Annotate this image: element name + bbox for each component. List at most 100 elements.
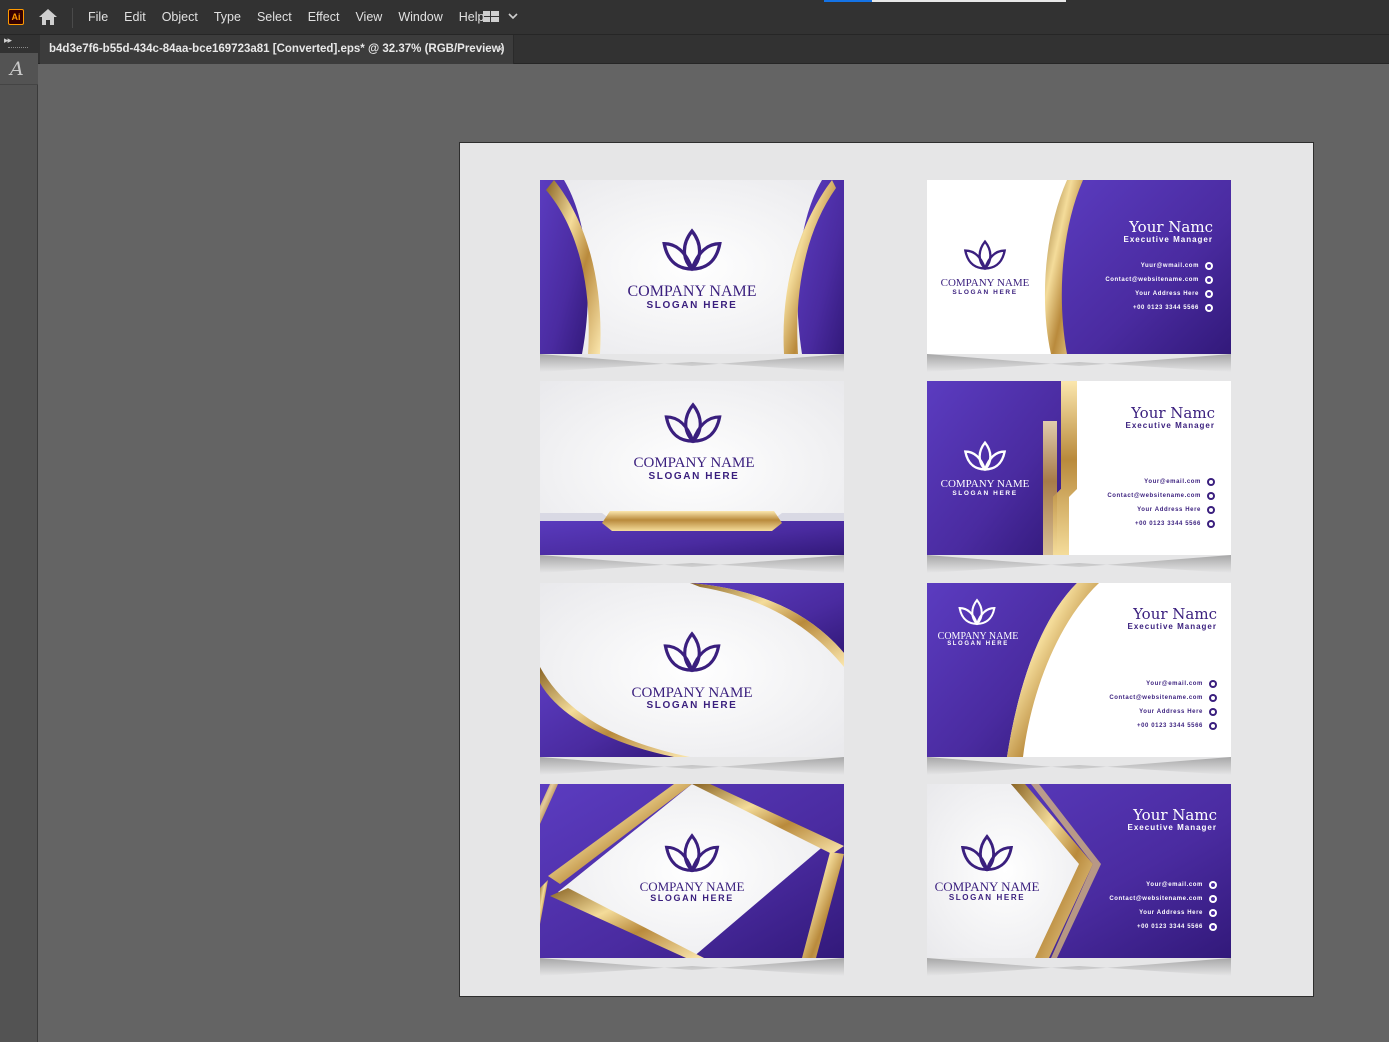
email-icon	[1209, 680, 1217, 688]
business-card-front-2[interactable]: COMPANY NAME SLOGAN HERE	[540, 381, 844, 555]
contact-phone: +00 0123 3344 5566	[1105, 301, 1213, 315]
lotus-logo-icon	[958, 599, 996, 625]
contact-phone: +00 0123 3344 5566	[1109, 719, 1217, 733]
email-icon	[1205, 262, 1213, 270]
person-name: Your Namc	[1133, 605, 1217, 623]
contact-website: Contact@websitename.com	[1107, 489, 1215, 503]
slogan: SLOGAN HERE	[648, 471, 740, 482]
menu-select[interactable]: Select	[249, 0, 300, 34]
lotus-logo-icon	[665, 834, 719, 872]
email-icon	[1209, 881, 1217, 889]
slogan: SLOGAN HERE	[948, 893, 1026, 902]
phone-icon	[1209, 722, 1217, 730]
business-card-front-3[interactable]: COMPANY NAME SLOGAN HERE	[540, 583, 844, 757]
person-title: Executive Manager	[1127, 622, 1217, 631]
lotus-logo-icon	[964, 240, 1006, 270]
type-tool-icon: A	[10, 58, 24, 80]
contact-email: Your@email.com	[1107, 475, 1215, 489]
lotus-logo-icon	[964, 441, 1006, 471]
card-shadow	[540, 757, 844, 775]
menu-file[interactable]: File	[80, 0, 116, 34]
contact-list: Your@email.com Contact@websitename.com Y…	[1109, 677, 1217, 733]
company-name: COMPANY NAME	[940, 277, 1030, 289]
contact-email: Your@email.com	[1109, 677, 1217, 691]
business-card-front-4[interactable]: COMPANY NAME SLOGAN HERE	[540, 784, 844, 958]
lotus-logo-icon	[663, 632, 721, 672]
person-name: Your Namc	[1129, 218, 1213, 236]
card-shadow	[927, 555, 1231, 573]
contact-address: Your Address Here	[1109, 705, 1217, 719]
company-name: COMPANY NAME	[633, 455, 755, 471]
menu-object[interactable]: Object	[154, 0, 206, 34]
workspace-switcher-icon[interactable]	[481, 9, 519, 25]
company-name: COMPANY NAME	[627, 283, 757, 300]
business-card-back-4[interactable]: COMPANY NAME SLOGAN HERE Your Namc Execu…	[927, 784, 1231, 958]
business-card-back-1[interactable]: COMPANY NAME SLOGAN HERE Your Namc Execu…	[927, 180, 1231, 354]
slogan: SLOGAN HERE	[646, 300, 738, 311]
contact-address: Your Address Here	[1109, 906, 1217, 920]
person-title: Executive Manager	[1127, 823, 1217, 832]
menu-type[interactable]: Type	[206, 0, 249, 34]
slogan: SLOGAN HERE	[650, 893, 734, 903]
slogan: SLOGAN HERE	[947, 641, 1009, 647]
contact-email: Yuur@wmail.com	[1105, 259, 1213, 273]
collapse-panel-icon[interactable]: ▸▸	[4, 35, 12, 45]
card-shadow	[927, 354, 1231, 372]
contact-address: Your Address Here	[1107, 503, 1215, 517]
close-tab-icon[interactable]: ×	[497, 35, 504, 63]
app-logo: Ai	[8, 9, 24, 25]
location-icon	[1209, 708, 1217, 716]
tools-panel: ▸▸ A	[0, 35, 38, 1042]
person-title: Executive Manager	[1125, 421, 1215, 430]
contact-address: Your Address Here	[1105, 287, 1213, 301]
business-card-back-3[interactable]: COMPANY NAME SLOGAN HERE Your Namc Execu…	[927, 583, 1231, 757]
document-tab[interactable]: b4d3e7f6-b55d-434c-84aa-bce169723a81 [Co…	[40, 35, 514, 64]
person-name: Your Namc	[1131, 404, 1215, 422]
lotus-logo-icon	[664, 403, 722, 443]
home-icon[interactable]	[37, 7, 59, 27]
slogan: SLOGAN HERE	[952, 289, 1018, 296]
slogan: SLOGAN HERE	[646, 700, 738, 711]
card-shadow	[927, 757, 1231, 775]
web-icon	[1209, 694, 1217, 702]
business-card-front-1[interactable]: COMPANY NAME SLOGAN HERE	[540, 180, 844, 354]
menu-edit[interactable]: Edit	[116, 0, 154, 34]
phone-icon	[1205, 304, 1213, 312]
lotus-logo-icon	[961, 834, 1013, 872]
tools-panel-header: ▸▸	[0, 35, 38, 53]
contact-email: Your@email.com	[1109, 878, 1217, 892]
web-icon	[1209, 895, 1217, 903]
window-indicator	[824, 0, 1066, 2]
lotus-logo-icon	[662, 229, 722, 271]
artboard[interactable]: COMPANY NAME SLOGAN HERE COMPANY NAME SL…	[459, 142, 1314, 997]
company-name: COMPANY NAME	[940, 478, 1030, 490]
menu: File Edit Object Type Select Effect View…	[80, 0, 493, 34]
slogan: SLOGAN HERE	[952, 490, 1018, 497]
person-name: Your Namc	[1133, 806, 1217, 824]
menu-effect[interactable]: Effect	[300, 0, 348, 34]
menu-separator	[72, 8, 73, 28]
menu-bar: Ai File Edit Object Type Select Effect V…	[0, 0, 1389, 35]
location-icon	[1205, 290, 1213, 298]
contact-phone: +00 0123 3344 5566	[1107, 517, 1215, 531]
contact-website: Contact@websitename.com	[1109, 892, 1217, 906]
web-icon	[1205, 276, 1213, 284]
menu-view[interactable]: View	[347, 0, 390, 34]
type-tool-button[interactable]: A	[0, 53, 38, 85]
location-icon	[1207, 506, 1215, 514]
person-title: Executive Manager	[1123, 235, 1213, 244]
menu-window[interactable]: Window	[390, 0, 450, 34]
phone-icon	[1207, 520, 1215, 528]
email-icon	[1207, 478, 1215, 486]
business-card-back-2[interactable]: COMPANY NAME SLOGAN HERE Your Namc Execu…	[927, 381, 1231, 555]
contact-phone: +00 0123 3344 5566	[1109, 920, 1217, 934]
contact-list: Yuur@wmail.com Contact@websitename.com Y…	[1105, 259, 1213, 315]
document-tab-title: b4d3e7f6-b55d-434c-84aa-bce169723a81 [Co…	[49, 43, 505, 55]
phone-icon	[1209, 923, 1217, 931]
document-tab-bar: b4d3e7f6-b55d-434c-84aa-bce169723a81 [Co…	[0, 35, 1389, 64]
card-shadow	[540, 555, 844, 573]
panel-grip[interactable]	[8, 47, 28, 50]
card-shadow	[540, 958, 844, 976]
contact-website: Contact@websitename.com	[1109, 691, 1217, 705]
location-icon	[1209, 909, 1217, 917]
